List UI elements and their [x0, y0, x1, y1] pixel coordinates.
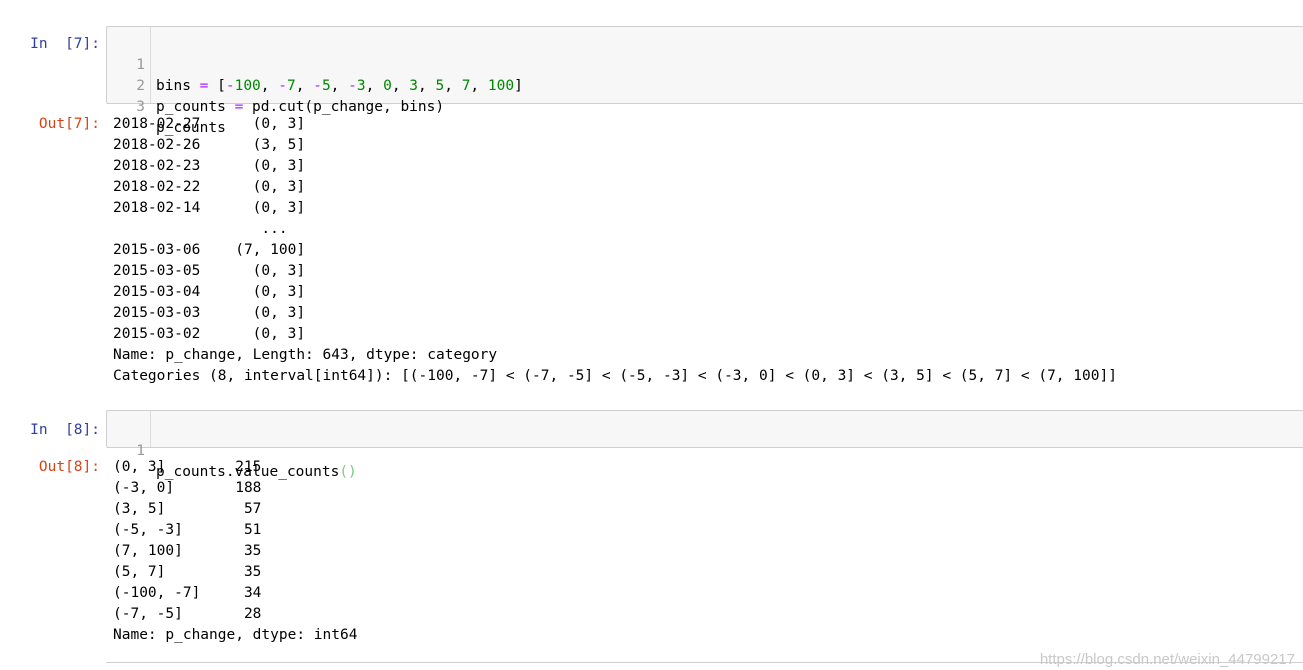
output-line: 2015-03-05 (0, 3] — [113, 263, 306, 279]
output-line: 2018-02-26 (3, 5] — [113, 137, 306, 153]
output-line: 2018-02-22 (0, 3] — [113, 179, 306, 195]
code-line[interactable]: 1 p_counts.value_counts() — [107, 420, 1303, 480]
output-line: (-3, 0] 188 — [113, 480, 262, 496]
output-line: (5, 7] 35 — [113, 564, 262, 580]
code-line[interactable]: 1 bins = [-100, -7, -5, -3, 0, 3, 5, 7, … — [107, 34, 1303, 94]
output-line: Categories (8, interval[int64]): [(-100,… — [113, 368, 1117, 384]
output-text: 2018-02-27 (0, 3] 2018-02-26 (3, 5] 2018… — [113, 114, 1303, 387]
output-line: (0, 3] 215 — [113, 459, 262, 475]
output-line: ... — [113, 221, 288, 237]
output-line: 2015-03-04 (0, 3] — [113, 284, 306, 300]
in-prompt: In [7]: — [30, 36, 100, 52]
output-line: 2015-03-06 (7, 100] — [113, 242, 306, 258]
code-input-area[interactable]: 1 bins = [-100, -7, -5, -3, 0, 3, 5, 7, … — [106, 26, 1303, 136]
output-line: 2018-02-27 (0, 3] — [113, 116, 306, 132]
code-line[interactable]: 2 p_counts = pd.cut(p_change, bins) — [107, 55, 1303, 115]
output-line: (3, 5] 57 — [113, 501, 262, 517]
output-line: (-100, -7] 34 — [113, 585, 262, 601]
in-prompt: In [8]: — [30, 422, 100, 438]
output-line: Name: p_change, dtype: int64 — [113, 627, 358, 643]
output-line: 2018-02-14 (0, 3] — [113, 200, 306, 216]
output-text: (0, 3] 215 (-3, 0] 188 (3, 5] 57 (-5, -3… — [113, 457, 1303, 646]
output-line: 2015-03-02 (0, 3] — [113, 326, 306, 342]
out-prompt: Out[8]: — [38, 459, 100, 475]
watermark: https://blog.csdn.net/weixin_44799217 — [1039, 651, 1295, 668]
output-line: (-5, -3] 51 — [113, 522, 262, 538]
code-line[interactable]: 3 p_counts — [107, 76, 1303, 136]
output-line: 2018-02-23 (0, 3] — [113, 158, 306, 174]
out-prompt: Out[7]: — [38, 116, 100, 132]
output-line: Name: p_change, Length: 643, dtype: cate… — [113, 347, 498, 363]
output-line: 2015-03-03 (0, 3] — [113, 305, 306, 321]
output-line: (7, 100] 35 — [113, 543, 262, 559]
code-input-area[interactable]: 1 p_counts.value_counts() — [106, 410, 1303, 480]
output-line: (-7, -5] 28 — [113, 606, 262, 622]
